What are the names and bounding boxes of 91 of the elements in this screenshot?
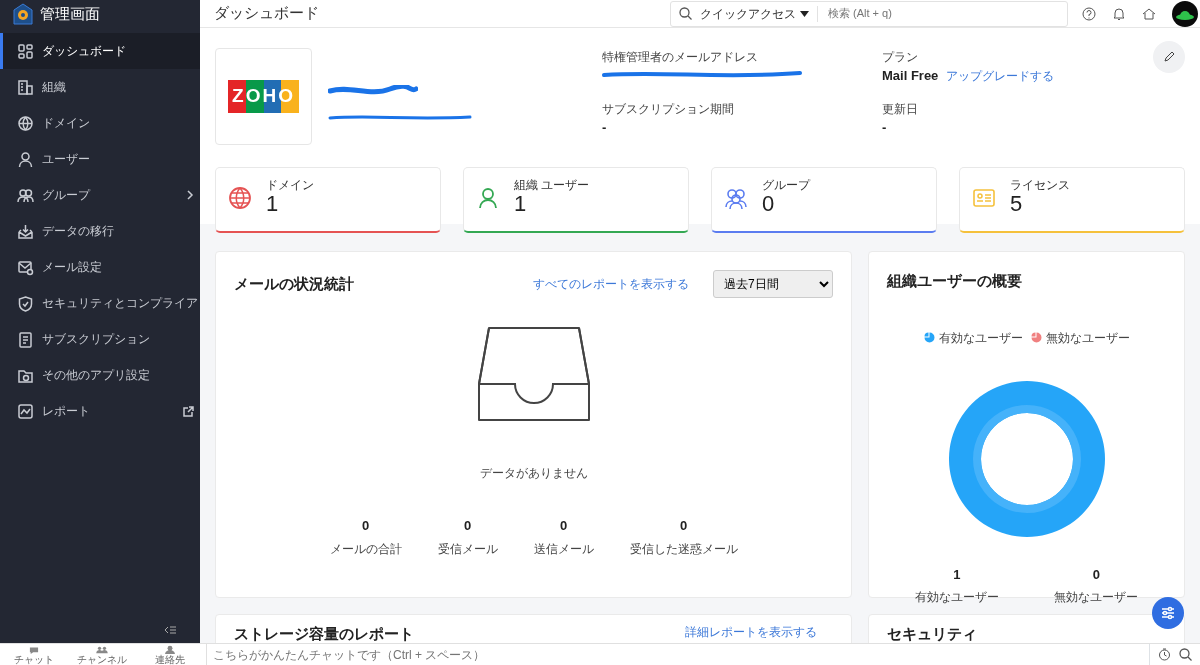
stat-card[interactable]: 組織 ユーザー 1 — [463, 167, 689, 233]
legend-label: 有効なユーザー — [938, 329, 1023, 347]
stat-card[interactable]: ドメイン 1 — [215, 167, 441, 233]
upgrade-link[interactable]: アップグレードする — [946, 66, 1055, 85]
stat-label: 組織 ユーザー — [514, 178, 590, 192]
users-icon — [17, 186, 34, 204]
stat-label: ドメイン — [266, 178, 314, 192]
total-label: 受信した迷惑メール — [629, 540, 738, 558]
sidebar-item[interactable]: グループ — [0, 177, 200, 213]
field-label: 特権管理者のメールアドレス — [602, 49, 759, 66]
search-field[interactable]: クイックアクセス 検索 (Alt + q) — [670, 0, 1068, 27]
field-label: プラン — [882, 49, 919, 66]
stat-value: 1 — [266, 192, 280, 216]
total-label: 送信メール — [533, 540, 594, 558]
empty-tray-icon — [476, 326, 591, 424]
dashboard-icon — [17, 42, 34, 60]
caret-icon — [800, 10, 809, 17]
chat-tab-label[interactable]: チャット — [14, 653, 54, 665]
total-value: 0 — [1092, 565, 1100, 584]
field-value: - — [602, 118, 607, 137]
total-label: メールの合計 — [329, 540, 402, 558]
chat-input[interactable]: こちらがかんたんチャットです（Ctrl + スペース） — [211, 646, 1141, 663]
timer-icon — [1158, 648, 1171, 661]
sidebar-item[interactable]: サブスクリプション — [0, 321, 200, 357]
sidebar-item[interactable]: メール設定 — [0, 249, 200, 285]
home-icon — [1142, 6, 1156, 21]
collapse-icon[interactable] — [164, 625, 176, 635]
external-link-icon — [183, 405, 194, 417]
contact-icon — [163, 644, 177, 654]
field-label: 更新日 — [882, 100, 919, 118]
sliders-icon — [1160, 605, 1176, 621]
stat-value: 0 — [762, 192, 776, 216]
chat-icon — [27, 644, 41, 654]
mail-gear-icon — [17, 258, 34, 276]
globe-icon — [228, 186, 252, 210]
empty-message: データがありません — [479, 466, 588, 480]
stat-label: グループ — [762, 178, 810, 192]
chat-tab-label[interactable]: チャンネル — [77, 653, 127, 665]
sidebar-item[interactable]: セキュリティとコンプライア — [0, 285, 200, 321]
building-icon — [17, 78, 34, 96]
search-icon — [679, 7, 692, 20]
sidebar-item[interactable]: 組織 — [0, 69, 200, 105]
sidebar-item[interactable]: ドメイン — [0, 105, 200, 141]
total-label: 無効なユーザー — [1054, 589, 1139, 606]
field-value: Mail Free — [882, 67, 939, 85]
total-value: 0 — [463, 517, 472, 535]
chart-icon — [17, 402, 34, 420]
total-label: 受信メール — [437, 540, 498, 558]
total-label: 有効なユーザー — [914, 589, 999, 606]
total-value: 1 — [953, 565, 961, 584]
legend-label: 無効なユーザー — [1045, 329, 1130, 347]
document-icon — [17, 330, 34, 348]
field-label: サブスクリプション期間 — [602, 100, 735, 118]
bell-icon — [1112, 6, 1126, 21]
panel-title: メールの状況統計 — [234, 273, 354, 294]
sidebar-item[interactable]: ダッシュボード — [0, 33, 200, 69]
view-reports-link[interactable]: すべてのレポートを表示する — [533, 275, 689, 293]
chat-tab-label[interactable]: 連絡先 — [155, 653, 185, 665]
period-select[interactable]: 過去7日間 — [713, 270, 833, 298]
total-value: 0 — [361, 517, 370, 535]
page-title: ダッシュボード — [214, 3, 319, 24]
panel-title: ストレージ容量のレポート — [234, 624, 414, 643]
chevron-right-icon — [186, 190, 194, 200]
sidebar-item[interactable]: ユーザー — [0, 141, 200, 177]
stat-value: 1 — [514, 192, 528, 216]
total-value: 0 — [679, 517, 688, 535]
inbox-download-icon — [17, 222, 34, 240]
globe-icon — [17, 114, 34, 132]
panel-title: セキュリティ — [887, 624, 977, 643]
stat-label: ライセンス — [1010, 178, 1070, 192]
id-card-icon — [972, 186, 996, 210]
pencil-icon — [1163, 51, 1175, 63]
avatar[interactable] — [1172, 0, 1198, 27]
shield-check-icon — [17, 294, 34, 312]
sidebar-item[interactable]: レポート — [0, 393, 200, 429]
user-icon — [17, 150, 34, 168]
user-icon — [476, 186, 500, 210]
sidebar-item[interactable]: その他のアプリ設定 — [0, 357, 200, 393]
stat-value: 5 — [1010, 192, 1024, 216]
people-icon — [95, 644, 109, 654]
stat-card[interactable]: グループ 0 — [711, 167, 937, 233]
total-value: 0 — [559, 517, 568, 535]
app-title: 管理画面 — [40, 3, 100, 24]
report-link[interactable]: 詳細レポートを表示する — [685, 623, 817, 641]
sidebar-item[interactable]: データの移行 — [0, 213, 200, 249]
panel-title: 組織ユーザーの概要 — [887, 271, 1023, 291]
search-icon — [1179, 648, 1192, 661]
field-value: - — [882, 118, 887, 137]
stat-card[interactable]: ライセンス 5 — [959, 167, 1185, 233]
help-icon — [1082, 6, 1096, 21]
users-icon — [724, 186, 748, 210]
